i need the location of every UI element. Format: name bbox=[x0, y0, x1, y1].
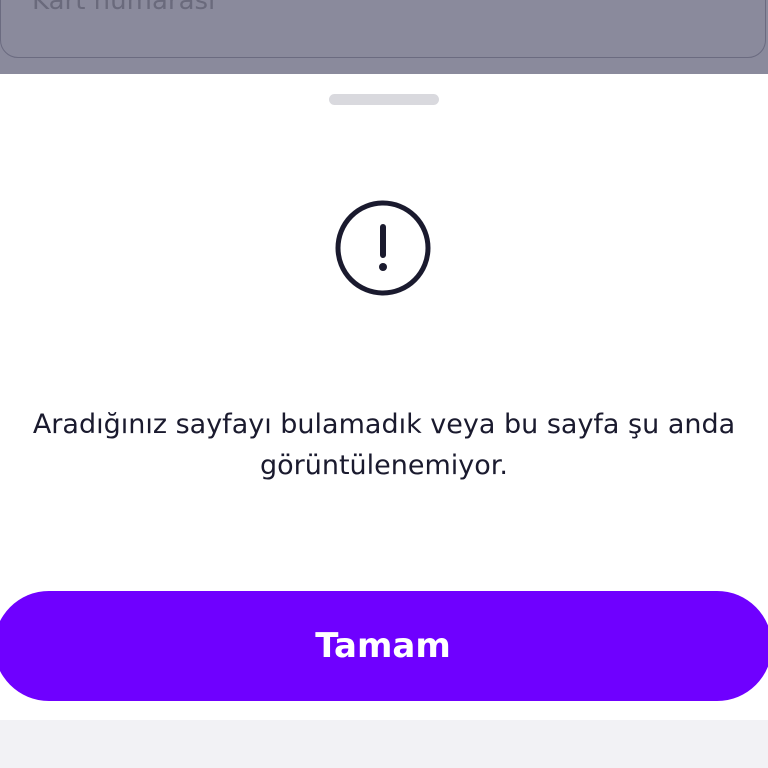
error-message: Aradığınız sayfayı bulamadık veya bu say… bbox=[32, 409, 736, 481]
exclamation-circle-icon bbox=[335, 200, 431, 296]
footer-strip bbox=[0, 720, 768, 768]
ok-button[interactable]: Tamam bbox=[0, 591, 768, 701]
bottom-sheet: Aradığınız sayfayı bulamadık veya bu say… bbox=[0, 74, 768, 720]
drag-handle[interactable] bbox=[329, 94, 439, 105]
dimmed-background: Kart numarası bbox=[0, 0, 768, 74]
card-number-placeholder: Kart numarası bbox=[32, 0, 216, 16]
